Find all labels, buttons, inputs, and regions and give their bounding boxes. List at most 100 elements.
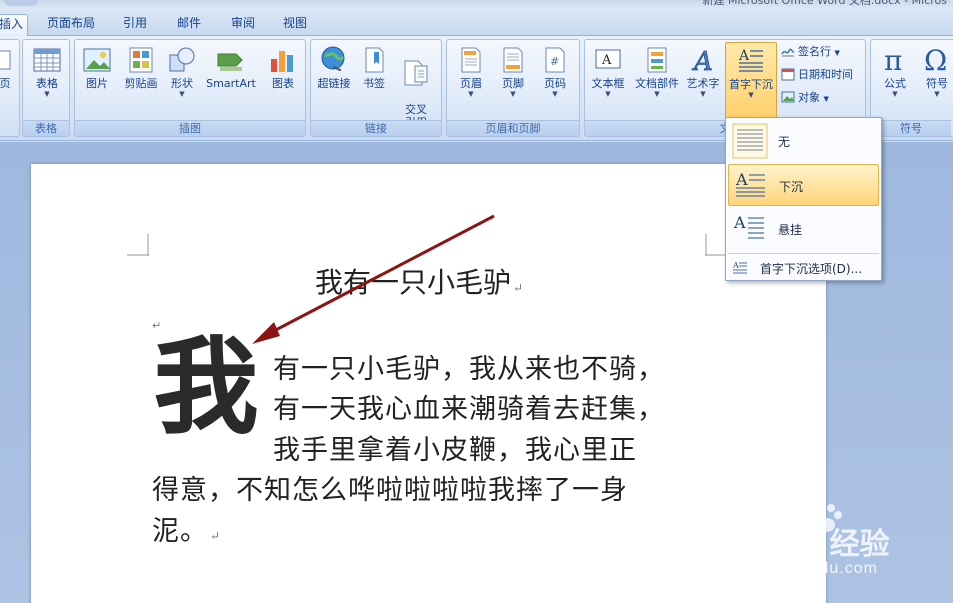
smartart-icon bbox=[217, 53, 243, 71]
shapes-button[interactable]: 形状 ▼ bbox=[165, 42, 199, 98]
textbox-icon: A bbox=[595, 49, 621, 69]
bookmark-button[interactable]: 书签 bbox=[357, 42, 391, 90]
chevron-down-icon: ▼ bbox=[823, 95, 829, 103]
chevron-down-icon: ▼ bbox=[179, 90, 185, 98]
document-title-text: 我有一只小毛驴 bbox=[315, 266, 512, 299]
body-line-5: 泥。 ↵ bbox=[152, 509, 221, 548]
chevron-down-icon: ▼ bbox=[654, 90, 660, 98]
chart-icon bbox=[271, 51, 293, 72]
wordart-label: 艺术字 bbox=[686, 77, 720, 90]
group-label-illustrations: 插图 bbox=[75, 120, 305, 136]
document-page[interactable]: 我有一只小毛驴 ↵ ↵ 我 有一只小毛驴，我从来也不骑， 有一天我心血来潮骑着去赶… bbox=[31, 164, 826, 603]
equation-button[interactable]: π 公式 ▼ bbox=[875, 42, 915, 98]
menu-item-dropcap-options[interactable]: A 首字下沉选项(D)... bbox=[728, 256, 879, 278]
wordart-icon: A bbox=[692, 47, 714, 75]
hyperlink-button[interactable]: 超链接 bbox=[313, 42, 355, 90]
menu-item-in-margin-label: 悬挂 bbox=[778, 223, 803, 237]
tab-view[interactable]: 视图 bbox=[278, 14, 312, 36]
group-illustrations: 图片 剪贴画 形状 ▼ SmartArt 图表 插图 bbox=[74, 39, 306, 137]
bookmark-label: 书签 bbox=[363, 77, 385, 90]
page-number-button[interactable]: # 页码 ▼ bbox=[535, 42, 575, 98]
paragraph-mark: ↵ bbox=[210, 529, 222, 543]
svg-text:Ω: Ω bbox=[924, 45, 947, 75]
chevron-down-icon: ▼ bbox=[44, 90, 50, 98]
body-line-3: 我手里拿着小皮鞭，我心里正 bbox=[273, 435, 637, 466]
header-icon bbox=[461, 47, 481, 73]
group-symbols: π 公式 ▼ Ω 符号 ▼ 符号 bbox=[870, 39, 953, 137]
header-label: 页眉 bbox=[460, 77, 482, 90]
svg-text:A: A bbox=[733, 261, 739, 270]
chart-button[interactable]: 图表 bbox=[263, 42, 303, 90]
shapes-label: 形状 bbox=[171, 77, 193, 90]
picture-icon bbox=[83, 48, 111, 72]
tab-review[interactable]: 审阅 bbox=[226, 14, 260, 36]
symbol-label: 符号 bbox=[926, 77, 948, 90]
pages-partial-label: 页 bbox=[0, 77, 11, 90]
bookmark-icon bbox=[365, 47, 384, 73]
svg-text:A: A bbox=[692, 47, 713, 75]
cross-reference-button[interactable]: 交叉 引用 bbox=[395, 42, 437, 129]
quick-access-toolbar[interactable] bbox=[4, 0, 38, 6]
table-button-label: 表格 bbox=[36, 77, 58, 90]
wordart-button[interactable]: A 艺术字 ▼ bbox=[683, 42, 723, 98]
window-title: 新建 Microsoft Office Word 文档.docx - Micro… bbox=[702, 0, 948, 7]
signature-line-button[interactable]: 签名行 ▼ bbox=[781, 43, 840, 61]
dropcap-dropped-icon: A bbox=[735, 170, 765, 197]
shapes-icon bbox=[169, 47, 195, 72]
body-line-5-text: 泥。 bbox=[152, 516, 208, 547]
group-links: 超链接 书签 交叉 引用 链接 bbox=[310, 39, 442, 137]
object-button[interactable]: 对象 ▼ bbox=[781, 89, 829, 107]
svg-text:A: A bbox=[601, 53, 612, 68]
chart-label: 图表 bbox=[272, 77, 294, 90]
footer-button[interactable]: 页脚 ▼ bbox=[493, 42, 533, 98]
clipart-button[interactable]: 剪贴画 bbox=[119, 42, 163, 90]
object-icon bbox=[781, 91, 795, 103]
smartart-button[interactable]: SmartArt bbox=[201, 42, 261, 90]
menu-item-none[interactable]: 无 bbox=[728, 120, 879, 162]
menu-item-in-margin[interactable]: A 悬挂 bbox=[728, 208, 879, 250]
paragraph-mark: ↵ bbox=[513, 281, 524, 295]
textbox-label: 文本框 bbox=[591, 77, 625, 90]
tab-mailings[interactable]: 邮件 bbox=[172, 14, 206, 36]
symbol-button[interactable]: Ω 符号 ▼ bbox=[917, 42, 953, 98]
hyperlink-label: 超链接 bbox=[317, 77, 351, 90]
dropcap-icon: A bbox=[738, 48, 763, 72]
chevron-down-icon: ▼ bbox=[552, 90, 558, 98]
date-time-label: 日期和时间 bbox=[798, 68, 853, 81]
document-title[interactable]: 我有一只小毛驴 ↵ bbox=[315, 261, 523, 301]
picture-button[interactable]: 图片 bbox=[77, 42, 117, 90]
pages-partial-button[interactable]: 页 bbox=[0, 42, 13, 90]
tab-insert[interactable]: 插入 bbox=[0, 14, 28, 36]
cross-reference-icon bbox=[404, 60, 428, 86]
group-label-table: 表格 bbox=[23, 120, 69, 136]
signature-icon bbox=[781, 48, 795, 57]
table-button[interactable]: 表格 ▼ bbox=[27, 42, 67, 98]
quick-parts-button[interactable]: 文档部件 ▼ bbox=[631, 42, 683, 98]
quick-parts-icon bbox=[647, 47, 667, 73]
group-label-links: 链接 bbox=[311, 120, 441, 136]
footer-icon bbox=[503, 47, 523, 73]
tab-page-layout[interactable]: 页面布局 bbox=[44, 14, 98, 36]
page-number-label: 页码 bbox=[544, 77, 566, 90]
dropcap-options-icon: A bbox=[733, 261, 747, 274]
chevron-down-icon: ▼ bbox=[510, 90, 516, 98]
svg-text:A: A bbox=[735, 170, 748, 189]
dropcap-none-icon bbox=[732, 123, 768, 159]
ribbon-tabs: 插入 页面布局 引用 邮件 审阅 视图 bbox=[0, 9, 953, 36]
group-label-header-footer: 页眉和页脚 bbox=[447, 120, 579, 136]
page-number-icon: # bbox=[545, 47, 565, 73]
watermark-url: jingyan.baidu.com bbox=[732, 560, 878, 577]
drop-cap-letter[interactable]: 我 bbox=[153, 331, 258, 442]
watermark-main: Baidu 经验 bbox=[738, 528, 890, 561]
textbox-button[interactable]: A 文本框 ▼ bbox=[587, 42, 629, 98]
header-button[interactable]: 页眉 ▼ bbox=[451, 42, 491, 98]
tab-references[interactable]: 引用 bbox=[118, 14, 152, 36]
date-time-button[interactable]: 日期和时间 bbox=[781, 66, 853, 84]
crop-mark-right bbox=[705, 234, 727, 256]
dropcap-button[interactable]: A 首字下沉 ▼ bbox=[725, 42, 777, 121]
svg-text:π: π bbox=[884, 45, 902, 75]
group-pages-partial: 页 bbox=[0, 39, 20, 137]
body-line-1: 有一只小毛驴，我从来也不骑， bbox=[273, 354, 665, 385]
menu-item-dropped[interactable]: A 下沉 bbox=[728, 164, 879, 206]
svg-text:A: A bbox=[733, 213, 746, 232]
